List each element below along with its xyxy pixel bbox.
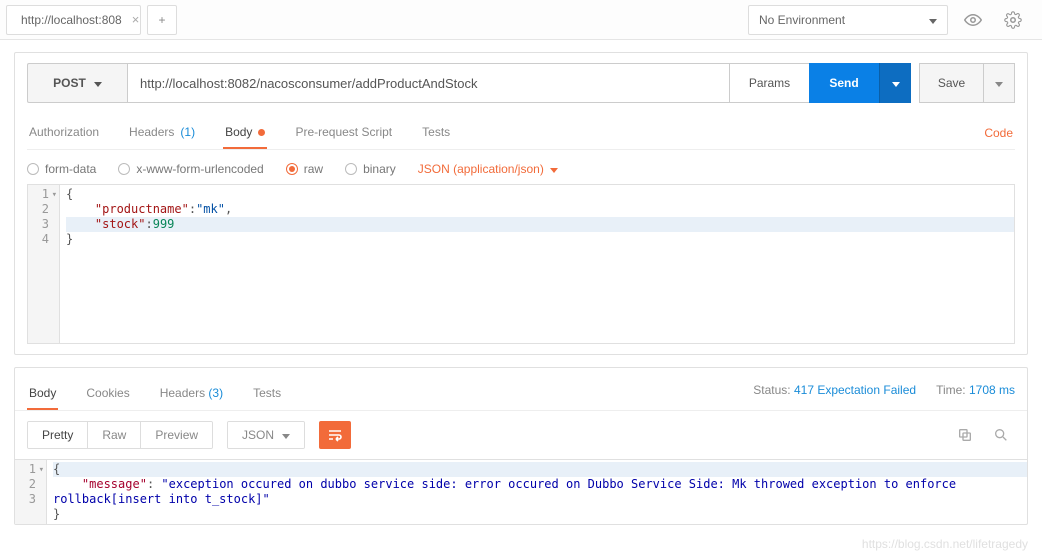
response-panel: Body Cookies Headers (3) Tests Status: 4… (14, 367, 1028, 525)
request-tab[interactable]: http://localhost:808 × (6, 5, 141, 35)
view-mode-segment: Pretty Raw Preview (27, 421, 213, 449)
radio-icon (286, 163, 298, 175)
close-icon[interactable]: × (132, 12, 140, 27)
headers-count: (3) (208, 386, 223, 400)
chevron-down-icon (995, 76, 1003, 90)
radio-icon (27, 163, 39, 175)
radio-raw[interactable]: raw (286, 162, 323, 176)
send-button[interactable]: Send (809, 63, 879, 103)
environment-dropdown[interactable]: No Environment (748, 5, 948, 35)
headers-count: (1) (180, 125, 195, 139)
response-toolbar: Pretty Raw Preview JSON (15, 411, 1027, 459)
send-dropdown[interactable] (879, 63, 911, 103)
request-body-editor[interactable]: 1 2 3 4 { "productname":"mk", "stock":99… (27, 184, 1015, 344)
response-body-viewer[interactable]: 1 2 3 { "message": "exception occured on… (15, 459, 1027, 524)
body-type-row: form-data x-www-form-urlencoded raw bina… (27, 162, 1015, 176)
chevron-down-icon (282, 428, 290, 442)
search-icon[interactable] (987, 421, 1015, 449)
tab-headers[interactable]: Headers (1) (127, 117, 197, 149)
resp-tab-body[interactable]: Body (27, 378, 58, 410)
tab-body[interactable]: Body (223, 117, 267, 149)
top-bar: http://localhost:808 × + No Environment (0, 0, 1042, 40)
watermark: https://blog.csdn.net/lifetragedy (862, 537, 1028, 551)
format-dropdown[interactable]: JSON (227, 421, 305, 449)
request-panel: POST Params Send Save Authorization (14, 52, 1028, 355)
request-subtabs: Authorization Headers (1) Body Pre-reque… (27, 117, 1015, 150)
save-button[interactable]: Save (919, 63, 983, 103)
content-type-dropdown[interactable]: JSON (application/json) (418, 162, 558, 176)
response-tabs: Body Cookies Headers (3) Tests Status: 4… (15, 368, 1027, 411)
radio-binary[interactable]: binary (345, 162, 396, 176)
view-raw[interactable]: Raw (88, 422, 141, 448)
chevron-down-icon (929, 13, 937, 27)
eye-icon[interactable] (958, 5, 988, 35)
url-input[interactable] (127, 63, 729, 103)
radio-icon (118, 163, 130, 175)
chevron-down-icon (94, 76, 102, 90)
copy-icon[interactable] (951, 421, 979, 449)
tab-prerequest[interactable]: Pre-request Script (293, 117, 394, 149)
line-gutter: 1 2 3 (15, 460, 47, 524)
resp-tab-headers[interactable]: Headers (3) (158, 378, 225, 410)
save-dropdown[interactable] (983, 63, 1015, 103)
gear-icon[interactable] (998, 5, 1028, 35)
code-lines: { "message": "exception occured on dubbo… (47, 460, 1027, 524)
code-link[interactable]: Code (982, 118, 1015, 148)
method-label: POST (53, 76, 86, 90)
status-value: 417 Expectation Failed (794, 383, 916, 397)
view-pretty[interactable]: Pretty (28, 422, 88, 448)
request-row: POST Params Send Save (27, 63, 1015, 103)
radio-form-data[interactable]: form-data (27, 162, 96, 176)
resp-tab-tests[interactable]: Tests (251, 378, 283, 410)
chevron-down-icon (550, 162, 558, 176)
line-gutter: 1 2 3 4 (28, 185, 60, 343)
resp-tab-cookies[interactable]: Cookies (84, 378, 131, 410)
params-button[interactable]: Params (729, 63, 809, 103)
response-status: Status: 417 Expectation Failed Time: 170… (753, 383, 1015, 405)
method-dropdown[interactable]: POST (27, 63, 127, 103)
add-tab-button[interactable]: + (147, 5, 177, 35)
tab-tests[interactable]: Tests (420, 117, 452, 149)
tabs-strip: http://localhost:808 × + (0, 0, 177, 39)
radio-icon (345, 163, 357, 175)
radio-urlencoded[interactable]: x-www-form-urlencoded (118, 162, 263, 176)
tab-authorization[interactable]: Authorization (27, 117, 101, 149)
environment-label: No Environment (759, 13, 845, 27)
code-lines: { "productname":"mk", "stock":999 } (60, 185, 1014, 343)
view-preview[interactable]: Preview (141, 422, 212, 448)
request-tab-title: http://localhost:808 (21, 13, 122, 27)
wrap-lines-button[interactable] (319, 421, 351, 449)
time-value: 1708 ms (969, 383, 1015, 397)
chevron-down-icon (892, 76, 900, 90)
modified-dot-icon (258, 129, 265, 136)
